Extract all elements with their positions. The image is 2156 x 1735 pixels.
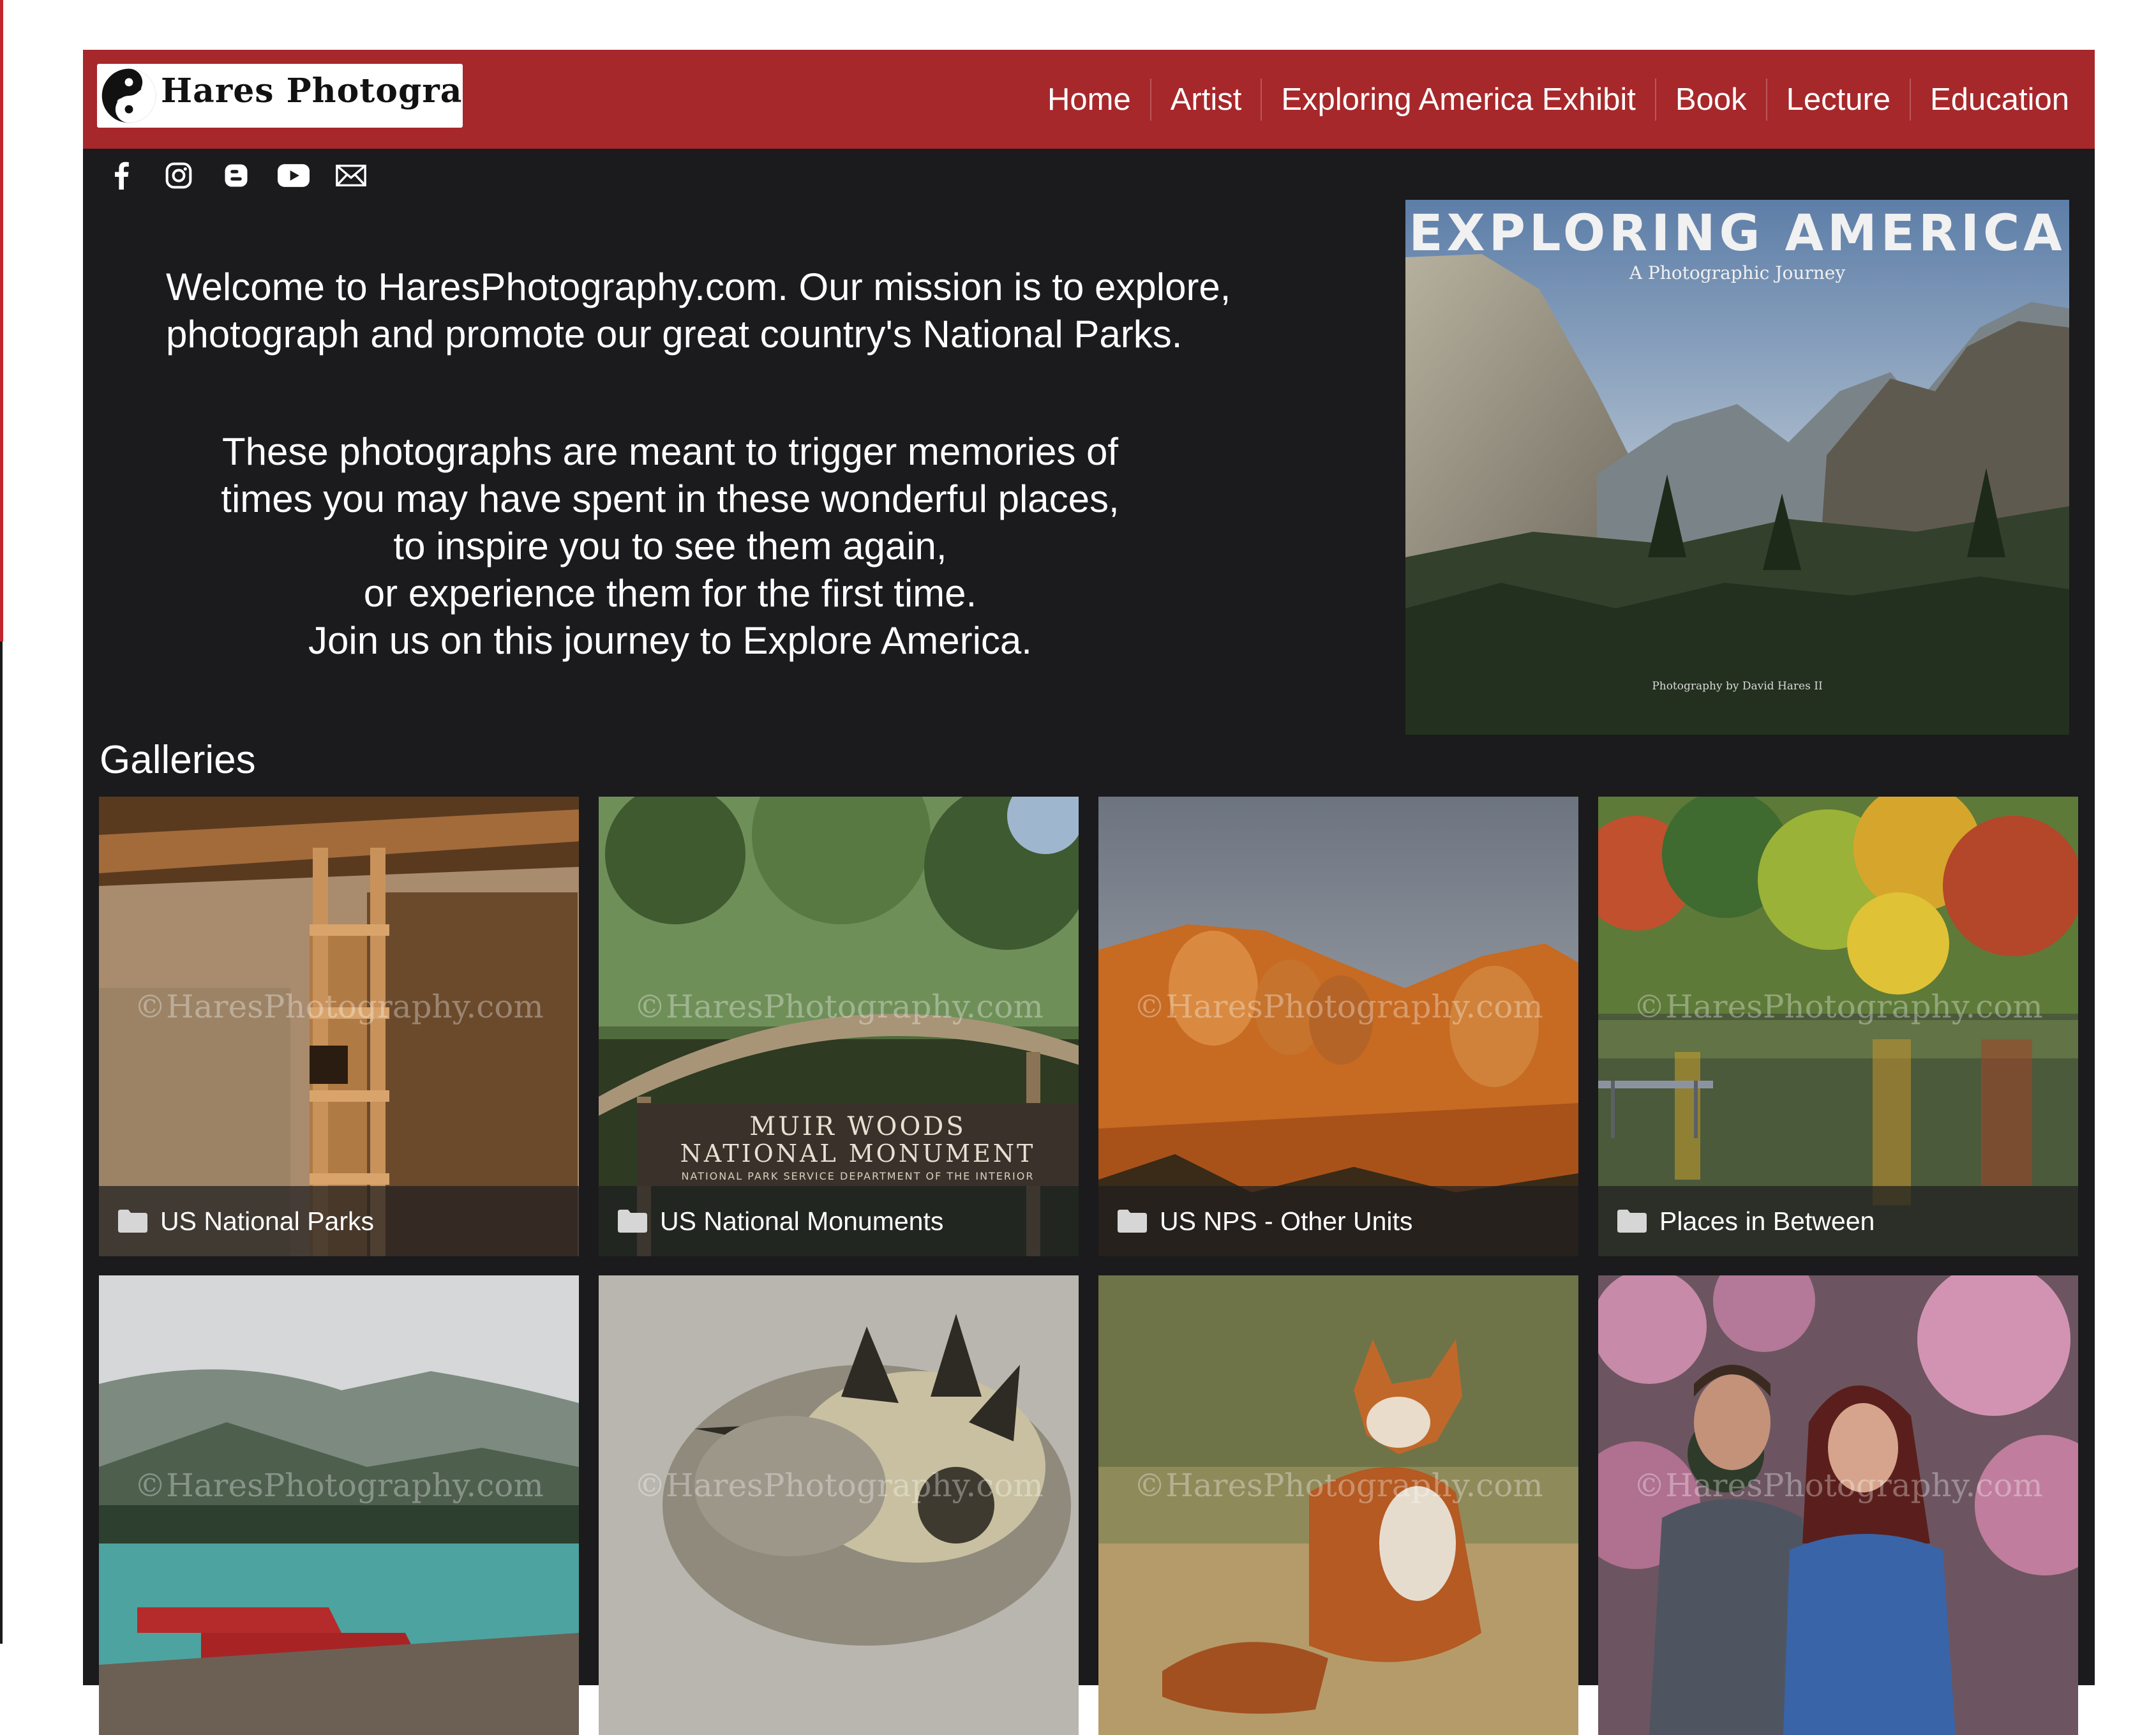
book-cover-image[interactable]: EXPLORING AMERICA A Photographic Journey… bbox=[1405, 200, 2069, 735]
watermark-text: ©HaresPhotography.com bbox=[1633, 988, 2043, 1025]
mission-statement: Welcome to HaresPhotography.com. Our mis… bbox=[166, 264, 1231, 358]
journey-line: Join us on this journey to Explore Ameri… bbox=[308, 619, 1032, 662]
nav-artist[interactable]: Artist bbox=[1149, 78, 1261, 121]
gallery-tile-us-national-parks[interactable]: ©HaresPhotography.com US National Parks bbox=[99, 797, 579, 1256]
watermark-text: ©HaresPhotography.com bbox=[134, 988, 544, 1025]
tile-caption-bar: US National Parks bbox=[99, 1186, 579, 1256]
sign-line-2: NATIONAL MONUMENT bbox=[680, 1139, 1036, 1168]
galleries-heading: Galleries bbox=[100, 738, 256, 782]
book-cover-title: EXPLORING AMERICA bbox=[1409, 205, 2066, 262]
folder-icon bbox=[1617, 1210, 1647, 1233]
book-cover-subtitle: A Photographic Journey bbox=[1629, 262, 1846, 283]
book-cover-credit: Photography by David Hares II bbox=[1652, 680, 1823, 693]
red-fox-photo bbox=[1098, 1275, 1578, 1735]
left-edge-strip-dark bbox=[0, 642, 3, 1644]
gallery-tile-us-national-monuments[interactable]: MUIR WOODS NATIONAL MONUMENT NATIONAL PA… bbox=[599, 797, 1079, 1256]
gallery-tile-us-nps-other-units[interactable]: ©HaresPhotography.com US NPS - Other Uni… bbox=[1098, 797, 1578, 1256]
instagram-icon[interactable] bbox=[160, 156, 198, 195]
mission-line: photograph and promote our great country… bbox=[166, 313, 1183, 356]
watermark-text: ©HaresPhotography.com bbox=[1633, 1467, 2043, 1504]
watermark-text: ©HaresPhotography.com bbox=[134, 1467, 544, 1504]
logo-text: Hares Photography bbox=[161, 71, 463, 110]
facebook-icon[interactable] bbox=[102, 156, 140, 195]
mission-line: Welcome to HaresPhotography.com. Our mis… bbox=[166, 266, 1231, 308]
lake-canoes-photo bbox=[99, 1275, 579, 1735]
journey-statement: These photographs are meant to trigger m… bbox=[166, 428, 1174, 665]
journey-line: times you may have spent in these wonder… bbox=[221, 477, 1119, 520]
gallery-tile-places-in-between[interactable]: ©HaresPhotography.com Places in Between bbox=[1598, 797, 2078, 1256]
tile-label: Places in Between bbox=[1659, 1206, 1875, 1236]
yin-yang-rabbit-icon bbox=[101, 68, 156, 123]
gallery-tile-couple-portrait[interactable]: ©HaresPhotography.com bbox=[1598, 1275, 2078, 1735]
journey-line: to inspire you to see them again, bbox=[393, 525, 947, 567]
gallery-tile-horned-lizard[interactable]: ©HaresPhotography.com bbox=[599, 1275, 1079, 1735]
journey-line: or experience them for the first time. bbox=[363, 572, 977, 615]
tile-caption-bar: US NPS - Other Units bbox=[1098, 1186, 1578, 1256]
sign-line-3: NATIONAL PARK SERVICE DEPARTMENT OF THE … bbox=[682, 1170, 1035, 1182]
nav-lecture[interactable]: Lecture bbox=[1765, 78, 1910, 121]
nav-book[interactable]: Book bbox=[1654, 78, 1766, 121]
left-edge-strip bbox=[0, 0, 3, 642]
tile-label: US National Parks bbox=[160, 1206, 374, 1236]
tile-label: US National Monuments bbox=[660, 1206, 944, 1236]
nav-home[interactable]: Home bbox=[1028, 79, 1150, 121]
nav-education[interactable]: Education bbox=[1910, 78, 2088, 121]
youtube-icon[interactable] bbox=[274, 156, 313, 195]
social-links bbox=[102, 156, 370, 195]
site-header: Hares Photography Home Artist Exploring … bbox=[83, 50, 2095, 149]
tile-caption-bar: US National Monuments bbox=[599, 1186, 1079, 1256]
tile-caption-bar: Places in Between bbox=[1598, 1186, 2078, 1256]
journey-line: These photographs are meant to trigger m… bbox=[221, 430, 1119, 473]
watermark-text: ©HaresPhotography.com bbox=[1134, 988, 1543, 1025]
watermark-text: ©HaresPhotography.com bbox=[1134, 1467, 1543, 1504]
site-logo[interactable]: Hares Photography bbox=[97, 64, 463, 128]
folder-icon bbox=[1118, 1210, 1147, 1233]
tile-label: US NPS - Other Units bbox=[1160, 1206, 1413, 1236]
sign-line-1: MUIR WOODS bbox=[749, 1112, 966, 1141]
main-content: Welcome to HaresPhotography.com. Our mis… bbox=[83, 149, 2095, 1735]
nav-exploring-america-exhibit[interactable]: Exploring America Exhibit bbox=[1261, 78, 1655, 121]
gallery-tile-lake-canoes[interactable]: ©HaresPhotography.com bbox=[99, 1275, 579, 1735]
watermark-text: ©HaresPhotography.com bbox=[634, 988, 1044, 1025]
email-icon[interactable] bbox=[332, 156, 370, 195]
folder-icon bbox=[618, 1210, 647, 1233]
couple-blossoms-photo bbox=[1598, 1275, 2078, 1735]
gallery-tile-red-fox[interactable]: ©HaresPhotography.com bbox=[1098, 1275, 1578, 1735]
watermark-text: ©HaresPhotography.com bbox=[634, 1467, 1044, 1504]
blogger-icon[interactable] bbox=[217, 156, 255, 195]
main-nav: Home Artist Exploring America Exhibit Bo… bbox=[1028, 50, 2088, 149]
horned-lizard-photo bbox=[599, 1275, 1079, 1735]
folder-icon bbox=[118, 1210, 147, 1233]
